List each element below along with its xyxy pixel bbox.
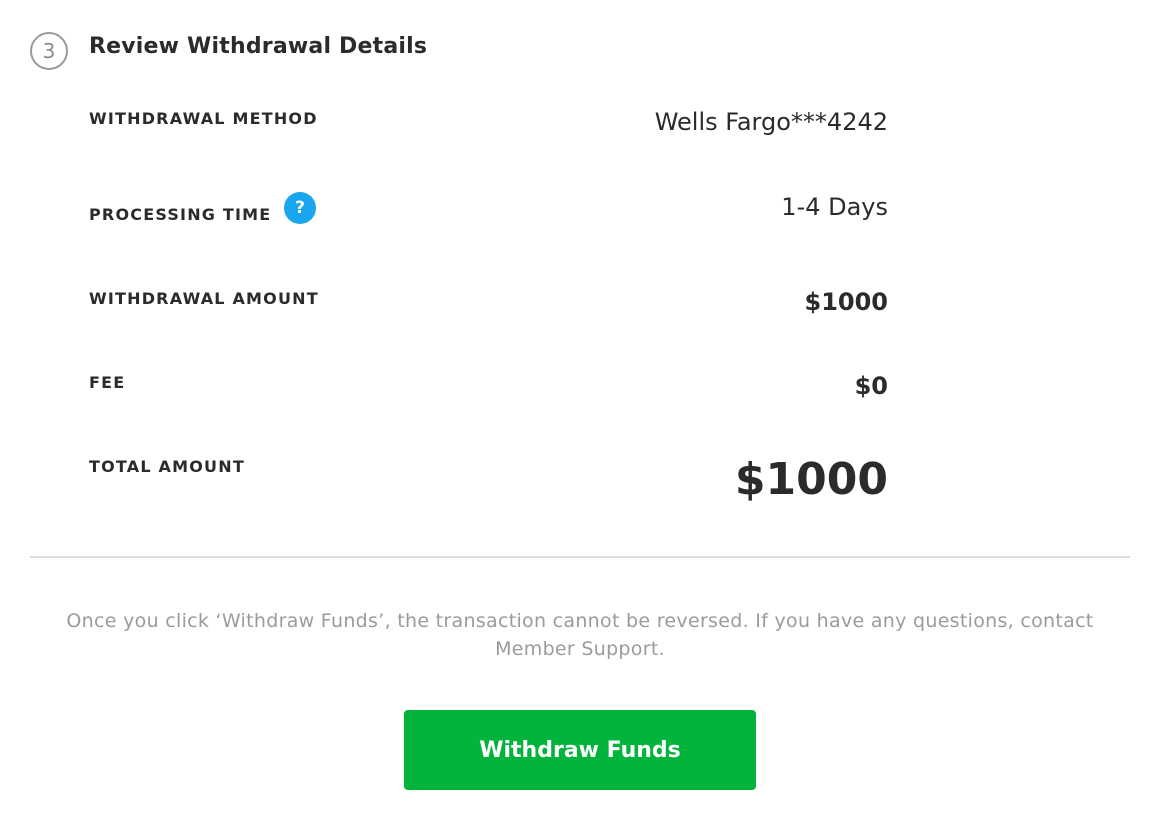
divider bbox=[30, 556, 1130, 558]
section-title: Review Withdrawal Details bbox=[89, 34, 428, 59]
processing-time-label: PROCESSING TIME bbox=[89, 205, 272, 224]
fee-label: FEE bbox=[89, 373, 126, 392]
disclaimer-text: Once you click ‘Withdraw Funds’, the tra… bbox=[66, 610, 1094, 660]
withdrawal-amount-value: $1000 bbox=[804, 288, 889, 316]
withdrawal-method-label: WITHDRAWAL METHOD bbox=[89, 109, 318, 128]
help-question-icon[interactable]: ? bbox=[284, 192, 316, 224]
fee-value: $0 bbox=[854, 372, 888, 400]
review-withdrawal-page: 3 Review Withdrawal Details WITHDRAWAL M… bbox=[0, 0, 1162, 836]
processing-time-value: 1-4 Days bbox=[781, 193, 888, 221]
withdrawal-amount-label: WITHDRAWAL AMOUNT bbox=[89, 289, 319, 308]
step-number-badge: 3 bbox=[30, 32, 68, 70]
withdraw-funds-button[interactable]: Withdraw Funds bbox=[404, 710, 756, 790]
total-amount-value: $1000 bbox=[734, 454, 888, 505]
withdrawal-method-value: Wells Fargo***4242 bbox=[654, 108, 888, 136]
total-amount-label: TOTAL AMOUNT bbox=[89, 457, 245, 476]
